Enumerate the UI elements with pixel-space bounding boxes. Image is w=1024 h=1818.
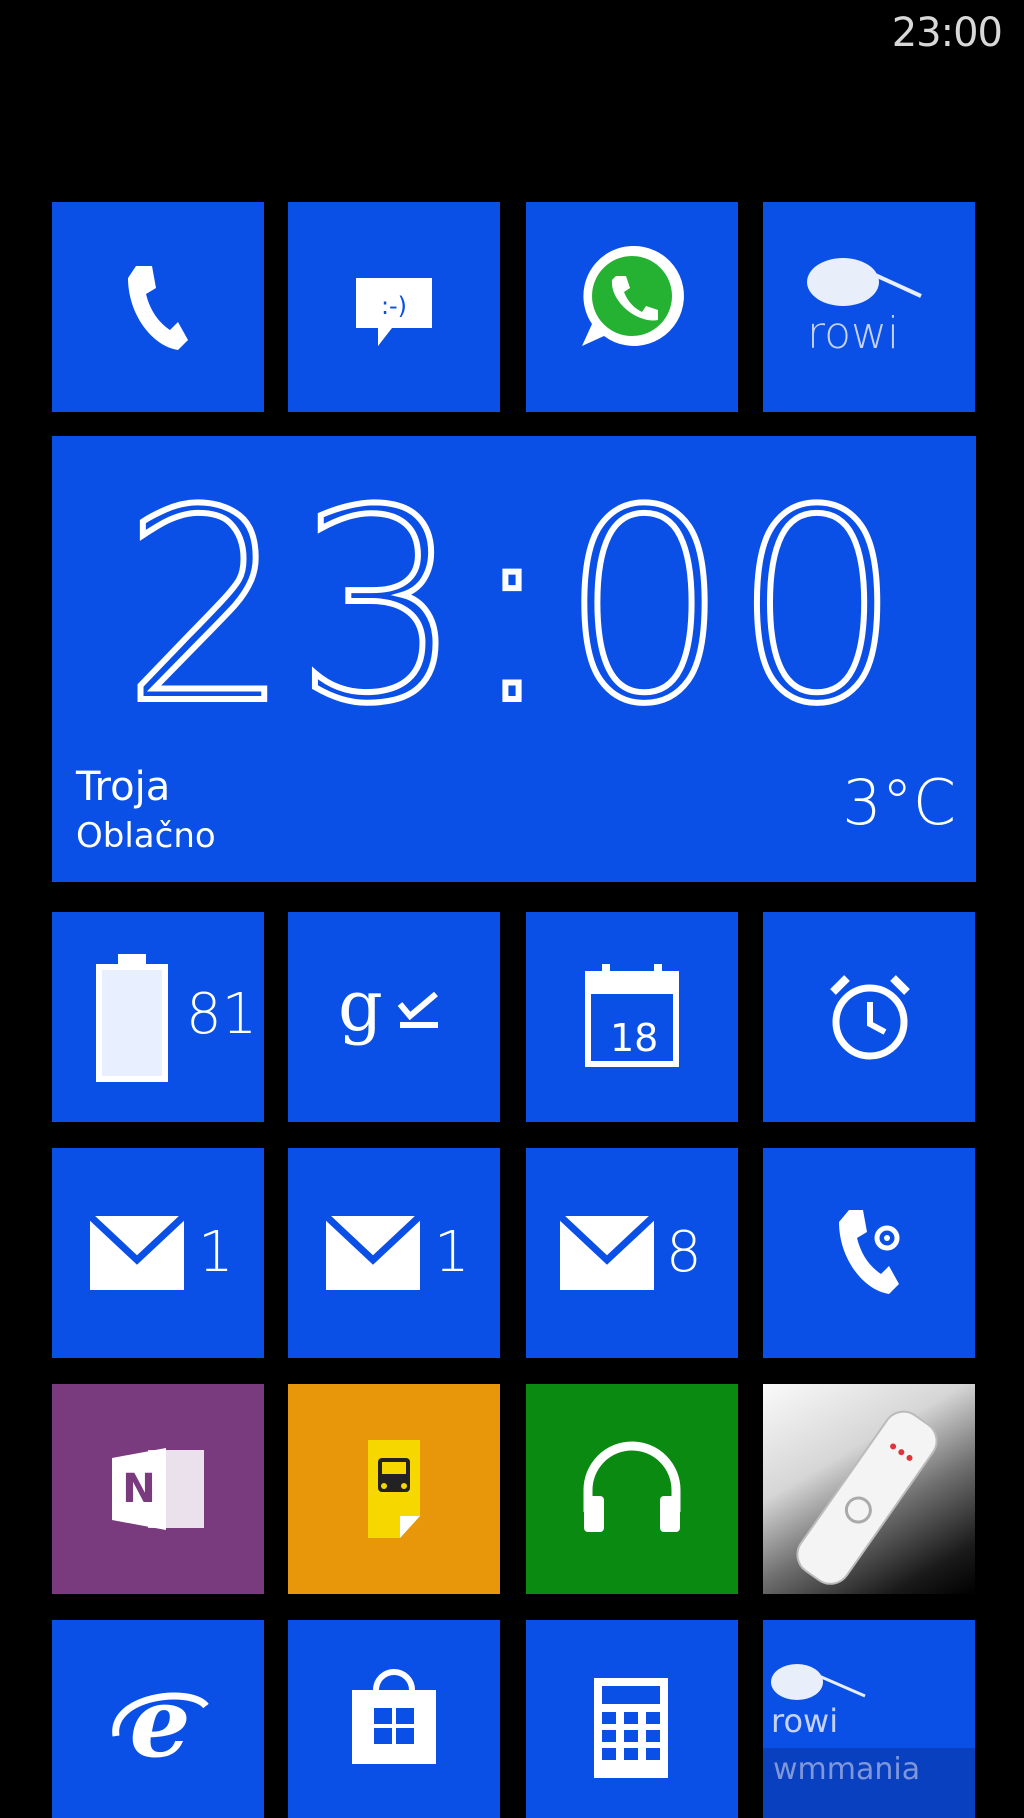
store-tile[interactable]	[288, 1620, 500, 1818]
svg-text:g: g	[338, 974, 383, 1047]
music-tile[interactable]	[526, 1384, 738, 1594]
weather-city: Troja	[76, 764, 171, 810]
weather-clock-tile[interactable]: 23:00 Troja Oblačno 3°C	[52, 436, 976, 882]
phone-tile[interactable]	[52, 202, 264, 412]
mail-tile-1[interactable]: 1	[52, 1148, 264, 1358]
svg-text:e: e	[129, 1676, 190, 1776]
rowi-small-tile[interactable]: rowi wmmania	[763, 1620, 975, 1818]
mail-icon	[558, 1214, 656, 1290]
mail-1-count: 1	[198, 1220, 234, 1285]
status-bar-time: 23:00	[891, 10, 1003, 56]
svg-text::-): :-)	[381, 292, 407, 320]
onenote-icon: N	[112, 1448, 204, 1530]
onenote-tile[interactable]: N	[52, 1384, 264, 1594]
battery-tile[interactable]: 81	[52, 912, 264, 1122]
battery-icon	[96, 954, 168, 1082]
alarm-clock-icon	[830, 975, 910, 1060]
bus-note-icon	[368, 1440, 420, 1538]
mail-tile-2[interactable]: 1	[288, 1148, 500, 1358]
store-bag-icon	[352, 1669, 436, 1764]
weather-temperature: 3°C	[842, 766, 956, 839]
transit-tile[interactable]	[288, 1384, 500, 1594]
rowi-small-banner: wmmania	[763, 1748, 975, 1818]
flashlight-tile[interactable]	[763, 1384, 975, 1594]
rowi-label: rowi	[807, 308, 900, 359]
rowi-small-label: rowi	[771, 1702, 839, 1740]
calendar-tile[interactable]: 18	[526, 912, 738, 1122]
rowi-small-sublabel: wmmania	[773, 1752, 921, 1787]
rowi-tile[interactable]: rowi	[763, 202, 975, 412]
weather-condition: Oblačno	[76, 816, 216, 856]
calendar-day: 18	[610, 1016, 659, 1060]
phone-gear-icon	[839, 1210, 900, 1294]
calculator-icon	[594, 1678, 668, 1778]
flashlight-icon	[796, 1410, 938, 1585]
calculator-tile[interactable]	[526, 1620, 738, 1818]
mail-icon	[88, 1214, 186, 1290]
kiwi-bird-icon	[807, 258, 922, 306]
mail-3-count: 8	[666, 1220, 702, 1285]
internet-explorer-tile[interactable]: e	[52, 1620, 264, 1818]
battery-value: 81	[186, 982, 258, 1047]
headphones-icon	[583, 1441, 681, 1532]
message-icon: :-)	[356, 278, 432, 346]
alarms-tile[interactable]	[763, 912, 975, 1122]
mail-tile-3[interactable]: 8	[526, 1148, 738, 1358]
google-tasks-icon: g	[338, 974, 438, 1047]
whatsapp-icon	[582, 245, 684, 346]
messaging-tile[interactable]: :-)	[288, 202, 500, 412]
svg-text:N: N	[122, 1466, 155, 1512]
ie-icon: e	[112, 1676, 209, 1776]
clock-time: 23:00	[119, 454, 906, 762]
google-tasks-tile[interactable]: g	[288, 912, 500, 1122]
call-settings-tile[interactable]	[763, 1148, 975, 1358]
mail-icon	[324, 1214, 422, 1290]
phone-icon	[128, 266, 188, 350]
whatsapp-tile[interactable]	[526, 202, 738, 412]
kiwi-bird-icon	[771, 1664, 866, 1700]
mail-2-count: 1	[434, 1220, 470, 1285]
